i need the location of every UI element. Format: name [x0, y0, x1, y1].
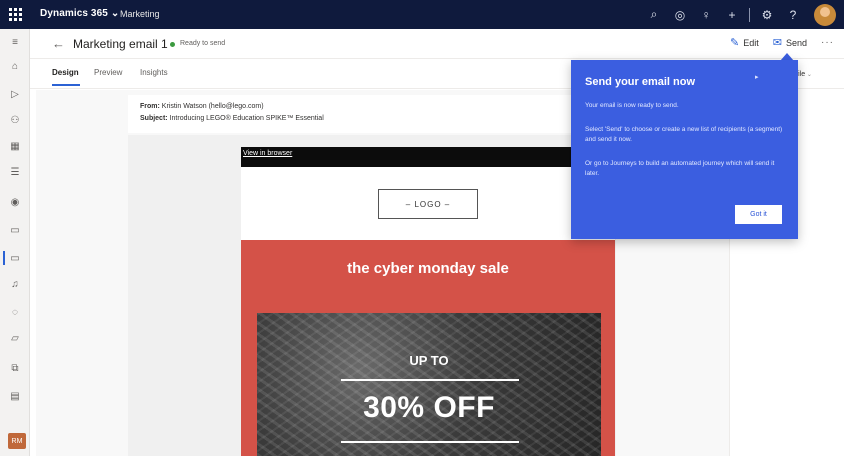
status-dot-icon: [170, 42, 175, 47]
search-icon[interactable]: ⌕: [641, 0, 667, 29]
people-icon[interactable]: ⚇: [0, 109, 30, 131]
help-icon[interactable]: ?: [780, 0, 806, 29]
target-icon[interactable]: ◎: [667, 0, 693, 29]
command-actions: ✎ Edit ✉ Send ···: [716, 36, 834, 49]
area-switcher-badge[interactable]: RM: [8, 433, 26, 449]
view-in-browser-link[interactable]: View in browser: [243, 150, 292, 157]
chevron-down-icon: ⌄: [806, 72, 812, 78]
email-body: View in browser – LOGO – the cyber monda…: [241, 147, 615, 456]
up-to-text: UP TO: [409, 353, 449, 368]
pencil-icon: ✎: [730, 37, 740, 49]
page-title: Marketing email 1: [73, 37, 168, 51]
teaching-callout: Send your email now ▸ Your email is now …: [571, 60, 798, 239]
globe-icon[interactable]: ◉: [0, 191, 30, 213]
app-launcher-button[interactable]: [0, 0, 30, 29]
promo-section[interactable]: the cyber monday sale UP TO 30% OFF: [241, 240, 615, 456]
view-in-browser-bar: View in browser: [241, 147, 615, 167]
home-icon[interactable]: ⌂: [0, 55, 30, 77]
divider: [341, 379, 519, 381]
send-button[interactable]: ✉ Send: [773, 36, 807, 49]
from-label: From:: [140, 103, 160, 110]
subject-line: Subject: Introducing LEGO® Education SPI…: [140, 115, 324, 122]
building-icon[interactable]: ▦: [0, 135, 30, 157]
play-icon[interactable]: ▷: [0, 83, 30, 105]
promo-title: the cyber monday sale: [347, 260, 509, 277]
send-label: Send: [785, 37, 807, 48]
from-value: Kristin Watson (hello@lego.com): [161, 103, 264, 110]
chevron-down-icon: ⌄: [110, 8, 120, 19]
subject-label: Subject:: [140, 115, 168, 122]
email-header-info: From: Kristin Watson (hello@lego.com) Su…: [128, 95, 616, 133]
send-icon: ✉: [772, 37, 782, 49]
list-icon[interactable]: ☰: [0, 161, 30, 183]
edit-button[interactable]: ✎ Edit: [730, 36, 759, 49]
callout-title: Send your email now: [585, 76, 696, 88]
library-icon[interactable]: ⧉: [0, 357, 30, 379]
tab-insights[interactable]: Insights: [140, 68, 168, 77]
folder-icon[interactable]: ▭: [0, 219, 30, 241]
app-title-text: Dynamics 365: [40, 8, 108, 19]
callout-text-2: Select 'Send' to choose or create a new …: [585, 126, 783, 143]
gear-icon[interactable]: ⚙: [754, 0, 780, 29]
left-navigation: ≡ ⌂ ▷ ⚇ ▦ ☰ ◉ ▭ ▭ ♫ ◌ ▱ ⧉ ▤ RM: [0, 29, 30, 456]
top-bar-actions: ⌕ ◎ ♀ + ⚙ ?: [641, 0, 836, 29]
app-title[interactable]: Dynamics 365 ⌄: [40, 8, 119, 19]
back-arrow-icon[interactable]: ←: [52, 36, 65, 51]
active-tab-indicator: [52, 84, 80, 86]
top-bar: Dynamics 365 ⌄ Marketing ⌕ ◎ ♀ + ⚙ ?: [0, 0, 844, 29]
lightbulb-icon[interactable]: ♀: [693, 0, 719, 29]
subject-value: Introducing LEGO® Education SPIKE™ Essen…: [169, 115, 324, 122]
promo-image[interactable]: UP TO 30% OFF: [257, 313, 601, 456]
logo-placeholder[interactable]: – LOGO –: [378, 189, 478, 219]
edit-label: Edit: [743, 37, 759, 48]
status-badge: Ready to send: [180, 40, 226, 47]
menu-icon[interactable]: ≡: [0, 31, 30, 53]
avatar[interactable]: [814, 3, 836, 26]
plus-icon[interactable]: +: [719, 0, 745, 29]
app-area-label: Marketing: [120, 9, 160, 19]
command-bar: ← Marketing email 1 Ready to send ✎ Edit…: [30, 29, 844, 59]
cursor-icon: ▸: [755, 74, 759, 81]
page-icon[interactable]: ▤: [0, 385, 30, 407]
discount-text: 30% OFF: [363, 391, 495, 424]
more-options-icon[interactable]: ···: [821, 37, 834, 48]
email-icon[interactable]: ▭: [0, 247, 30, 269]
tab-preview[interactable]: Preview: [94, 68, 122, 77]
bell-icon[interactable]: ♫: [0, 273, 30, 295]
from-line: From: Kristin Watson (hello@lego.com): [140, 103, 264, 110]
callout-text-3: Or go to Journeys to build an automated …: [585, 160, 775, 177]
got-it-button[interactable]: Got it: [735, 205, 782, 224]
tab-design[interactable]: Design: [52, 68, 79, 77]
divider: [749, 7, 750, 22]
chat-icon[interactable]: ▱: [0, 327, 30, 349]
callout-text-1: Your email is now ready to send.: [585, 102, 679, 109]
settings-icon[interactable]: ◌: [0, 301, 30, 323]
divider: [341, 441, 519, 443]
waffle-icon: [8, 8, 22, 21]
